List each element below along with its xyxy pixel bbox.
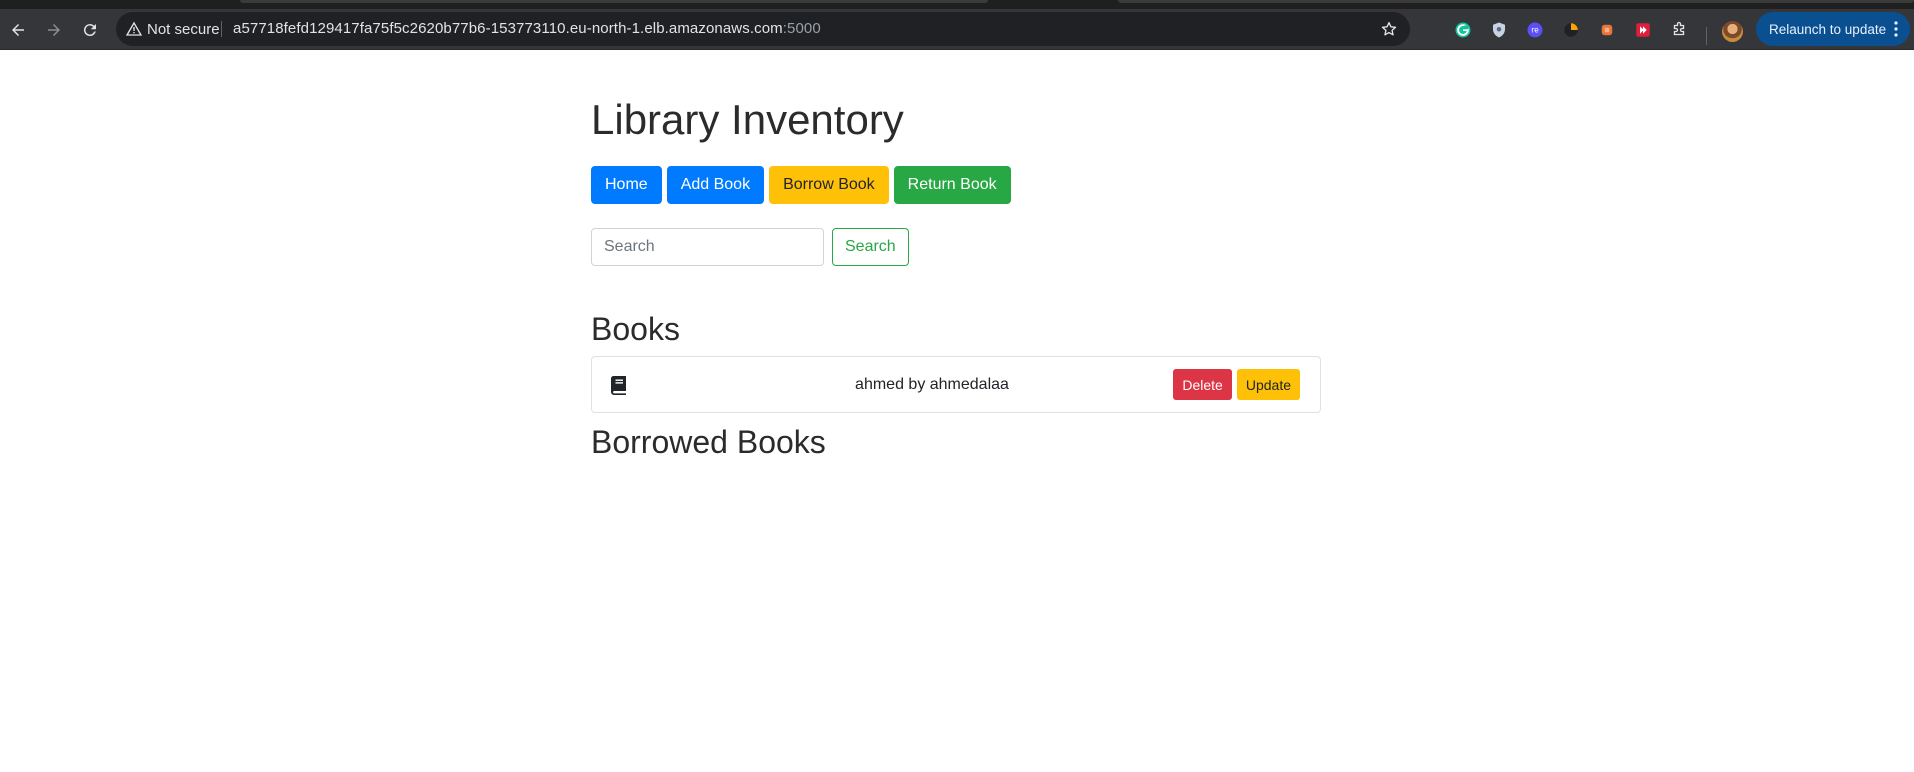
delete-button[interactable]: Delete bbox=[1173, 369, 1232, 400]
tab[interactable] bbox=[1118, 0, 1914, 3]
clock-extension-icon[interactable] bbox=[1561, 20, 1581, 40]
update-button[interactable]: Update bbox=[1236, 369, 1300, 400]
add-book-button[interactable]: Add Book bbox=[666, 166, 765, 204]
grammarly-icon[interactable] bbox=[1453, 20, 1473, 40]
return-book-button[interactable]: Return Book bbox=[893, 166, 1011, 204]
tab[interactable] bbox=[240, 0, 988, 3]
puzzle-icon[interactable] bbox=[1669, 20, 1689, 40]
address-bar[interactable]: Not secure a57718fefd129417fa75f5c2620b7… bbox=[116, 12, 1410, 46]
book-actions: Delete Update bbox=[1173, 369, 1300, 400]
shield-extension-icon[interactable] bbox=[1489, 20, 1509, 40]
bookmark-star-icon[interactable] bbox=[1380, 20, 1398, 38]
toolbar-divider bbox=[1706, 27, 1707, 45]
relaunch-button[interactable]: Relaunch to update bbox=[1756, 12, 1910, 46]
security-label: Not secure bbox=[147, 20, 220, 38]
re-extension-icon[interactable]: re bbox=[1525, 20, 1545, 40]
home-button[interactable]: Home bbox=[591, 166, 662, 204]
browser-toolbar: Not secure a57718fefd129417fa75f5c2620b7… bbox=[0, 9, 1914, 50]
more-vert-icon bbox=[1894, 21, 1898, 37]
back-icon[interactable] bbox=[6, 18, 30, 42]
page-title: Library Inventory bbox=[591, 96, 904, 143]
borrow-book-button[interactable]: Borrow Book bbox=[769, 166, 889, 204]
borrowed-books-heading: Borrowed Books bbox=[591, 424, 826, 460]
reload-icon[interactable] bbox=[78, 18, 102, 42]
search-input[interactable] bbox=[591, 228, 824, 266]
books-heading: Books bbox=[591, 311, 680, 347]
url-text[interactable]: a57718fefd129417fa75f5c2620b77b6-1537731… bbox=[233, 20, 821, 37]
omnibox-divider bbox=[221, 21, 222, 37]
url-host: a57718fefd129417fa75f5c2620b77b6-1537731… bbox=[233, 20, 783, 37]
main-nav: Home Add Book Borrow Book Return Book bbox=[591, 166, 1011, 204]
search-button[interactable]: Search bbox=[832, 228, 909, 266]
book-title: ahmed by ahmedalaa bbox=[855, 375, 1009, 393]
profile-avatar[interactable] bbox=[1722, 21, 1743, 42]
search-form: Search bbox=[591, 228, 909, 266]
orange-extension-icon[interactable] bbox=[1597, 20, 1617, 40]
tab-strip bbox=[0, 0, 1914, 9]
forward-icon[interactable] bbox=[42, 18, 66, 42]
warning-icon bbox=[126, 21, 142, 36]
list-item: ahmed by ahmedalaa Delete Update bbox=[591, 356, 1321, 413]
url-port: :5000 bbox=[782, 20, 821, 37]
red-extension-icon[interactable] bbox=[1633, 20, 1653, 40]
security-indicator[interactable]: Not secure bbox=[126, 20, 220, 38]
svg-text:re: re bbox=[1531, 26, 1539, 35]
relaunch-label: Relaunch to update bbox=[1769, 21, 1887, 37]
